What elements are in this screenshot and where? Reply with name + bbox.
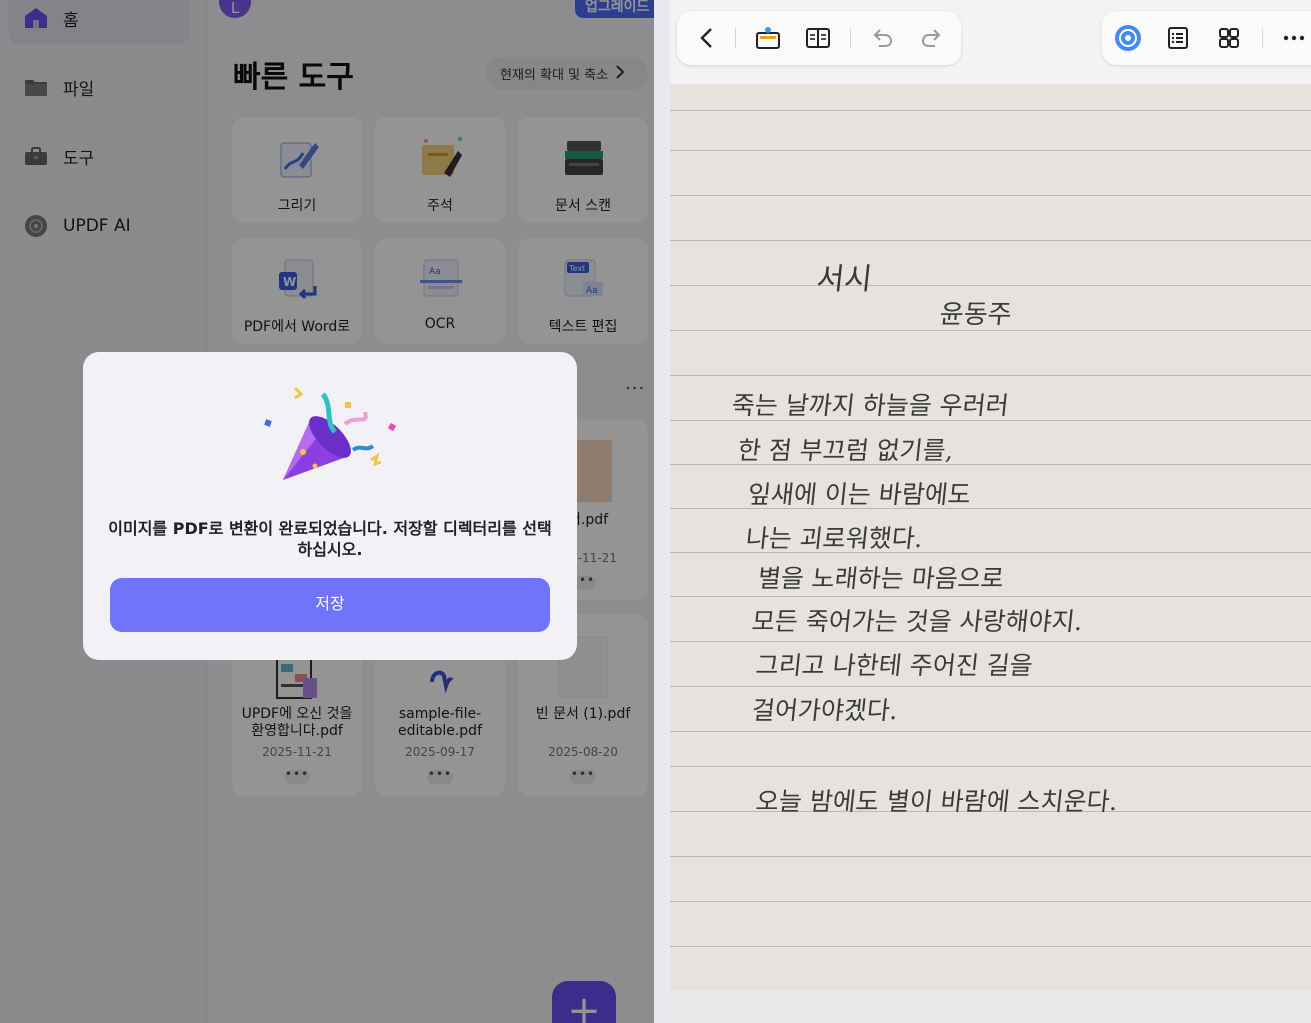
- ruled-line: [670, 731, 1311, 732]
- poem-line: 걸어가야겠다.: [750, 696, 900, 725]
- poem-line: 오늘 밤에도 별이 바람에 스치운다.: [754, 787, 1120, 816]
- poem-line: 모든 죽어가는 것을 사랑해야지.: [750, 607, 1085, 636]
- book-view-icon[interactable]: [803, 23, 833, 53]
- ruled-line: [670, 375, 1311, 376]
- ruled-line: [670, 110, 1311, 111]
- poem-line: 한 점 부끄럼 없기를,: [736, 436, 956, 465]
- ruled-line: [670, 946, 1311, 947]
- ruled-line: [670, 766, 1311, 767]
- viewer-toolbar-right: [1102, 11, 1311, 65]
- ruled-line: [670, 641, 1311, 642]
- ruled-line: [670, 150, 1311, 151]
- poem-title: 서시: [814, 262, 874, 297]
- party-popper-icon: [253, 382, 403, 492]
- poem-line: 그리고 나한테 주어진 길을: [754, 651, 1035, 680]
- poem-line: 죽는 날까지 하늘을 우러러: [730, 391, 1011, 420]
- toolbar-divider: [850, 28, 851, 48]
- poem-author: 윤동주: [938, 300, 1014, 330]
- ai-assistant-icon[interactable]: [1113, 23, 1143, 53]
- viewer-toolbar-left: [677, 11, 961, 65]
- pdf-viewer-panel: 서시 윤동주 죽는 날까지 하늘을 우러러 한 점 부끄럼 없기를, 잎새에 이…: [670, 0, 1311, 1023]
- pdf-page[interactable]: 서시 윤동주 죽는 날까지 하늘을 우러러 한 점 부끄럼 없기를, 잎새에 이…: [670, 84, 1311, 990]
- toolbar-divider: [735, 28, 736, 48]
- ruled-line: [670, 195, 1311, 196]
- poem-line: 잎새에 이는 바람에도: [746, 480, 973, 509]
- conversion-complete-dialog: 이미지를 PDF로 변환이 완료되었습니다. 저장할 디렉터리를 선택하십시오.…: [83, 352, 577, 660]
- ruled-line: [670, 596, 1311, 597]
- poem-line: 나는 괴로워했다.: [744, 524, 925, 553]
- save-button[interactable]: 저장: [110, 578, 550, 632]
- dialog-message: 이미지를 PDF로 변환이 완료되었습니다. 저장할 디렉터리를 선택하십시오.: [108, 519, 552, 559]
- grid-view-icon[interactable]: [1214, 23, 1244, 53]
- updf-app-panel: 홈 파일 도구 UPDF AI L 업그레이드 빠른 도구 현재의 확대 및 축…: [0, 0, 654, 1023]
- outline-icon[interactable]: [1163, 23, 1193, 53]
- poem-line: 별을 노래하는 마음으로: [756, 564, 1006, 593]
- tag-icon[interactable]: [753, 23, 783, 53]
- viewer-bottom-bar: [670, 990, 1311, 1023]
- toolbar-divider: [1262, 28, 1263, 48]
- undo-icon[interactable]: [867, 23, 897, 53]
- redo-icon[interactable]: [917, 23, 947, 53]
- more-icon[interactable]: [1279, 23, 1309, 53]
- ruled-line: [670, 686, 1311, 687]
- ruled-line: [670, 240, 1311, 241]
- ruled-line: [670, 285, 1311, 286]
- back-icon[interactable]: [691, 23, 721, 53]
- ruled-line: [670, 856, 1311, 857]
- ruled-line: [670, 901, 1311, 902]
